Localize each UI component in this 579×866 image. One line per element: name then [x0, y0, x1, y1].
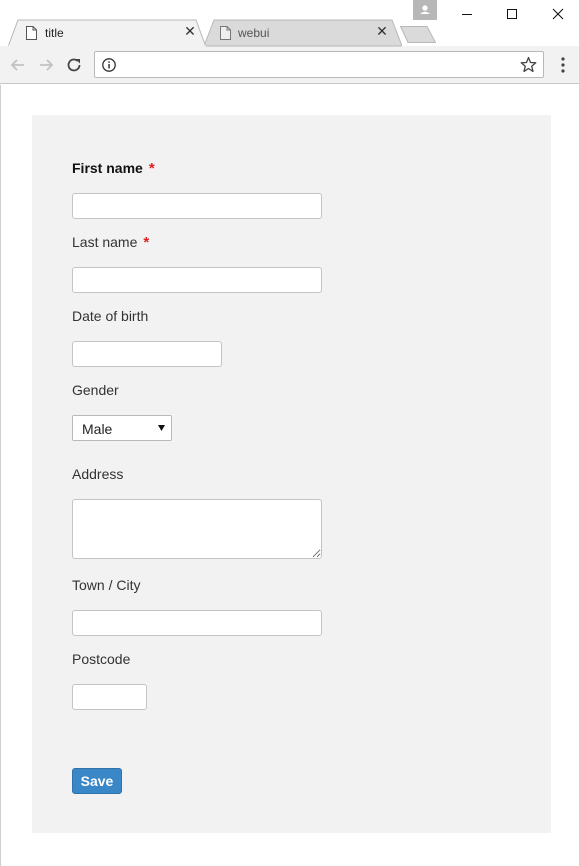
reload-icon[interactable]: [64, 55, 84, 75]
document-icon: [220, 26, 231, 40]
address-label: Address: [72, 466, 124, 482]
required-mark: *: [148, 160, 155, 177]
gender-selected-value: Male: [82, 421, 113, 437]
save-button[interactable]: Save: [72, 768, 122, 794]
town-city-input[interactable]: [72, 610, 322, 636]
date-of-birth-label: Date of birth: [72, 308, 149, 324]
browser-toolbar: [0, 46, 579, 84]
window-close-icon[interactable]: [543, 2, 573, 26]
new-tab-icon[interactable]: [400, 26, 436, 43]
maximize-icon[interactable]: [497, 2, 527, 26]
required-mark: *: [143, 234, 150, 251]
back-arrow-icon[interactable]: [8, 55, 28, 75]
forward-arrow-icon[interactable]: [36, 55, 56, 75]
address-textarea[interactable]: [72, 499, 322, 559]
minimize-icon[interactable]: [452, 2, 482, 26]
more-menu-icon[interactable]: [554, 55, 572, 75]
address-bar[interactable]: [94, 51, 544, 78]
registration-form: First name * Last name * Date of birth Gen…: [32, 115, 551, 833]
star-icon[interactable]: [520, 56, 537, 73]
info-icon[interactable]: [101, 57, 117, 73]
last-name-input[interactable]: [72, 267, 322, 293]
postcode-label: Postcode: [72, 651, 131, 667]
gender-label: Gender: [72, 382, 119, 398]
page-viewport: First name * Last name * Date of birth Gen…: [0, 85, 579, 866]
first-name-input[interactable]: [72, 193, 322, 219]
browser-titlebar: title ✕ webui ✕: [0, 0, 579, 47]
date-of-birth-input[interactable]: [72, 341, 222, 367]
tab-shape: [204, 19, 402, 47]
document-icon: [26, 26, 37, 40]
last-name-label: Last name *: [72, 234, 150, 251]
close-icon[interactable]: ✕: [184, 24, 196, 38]
close-icon[interactable]: ✕: [376, 24, 388, 38]
tab-label: webui: [238, 26, 270, 40]
tab-label: title: [45, 26, 64, 40]
tab-shape: [8, 19, 206, 47]
first-name-label: First name *: [72, 160, 155, 177]
tab-webui[interactable]: webui ✕: [204, 19, 402, 47]
dropdown-arrow-icon: [158, 425, 165, 431]
profile-icon[interactable]: [413, 0, 437, 20]
town-city-label: Town / City: [72, 577, 141, 593]
gender-select[interactable]: Male: [72, 415, 172, 441]
tab-title[interactable]: title ✕: [8, 19, 206, 47]
postcode-input[interactable]: [72, 684, 147, 710]
